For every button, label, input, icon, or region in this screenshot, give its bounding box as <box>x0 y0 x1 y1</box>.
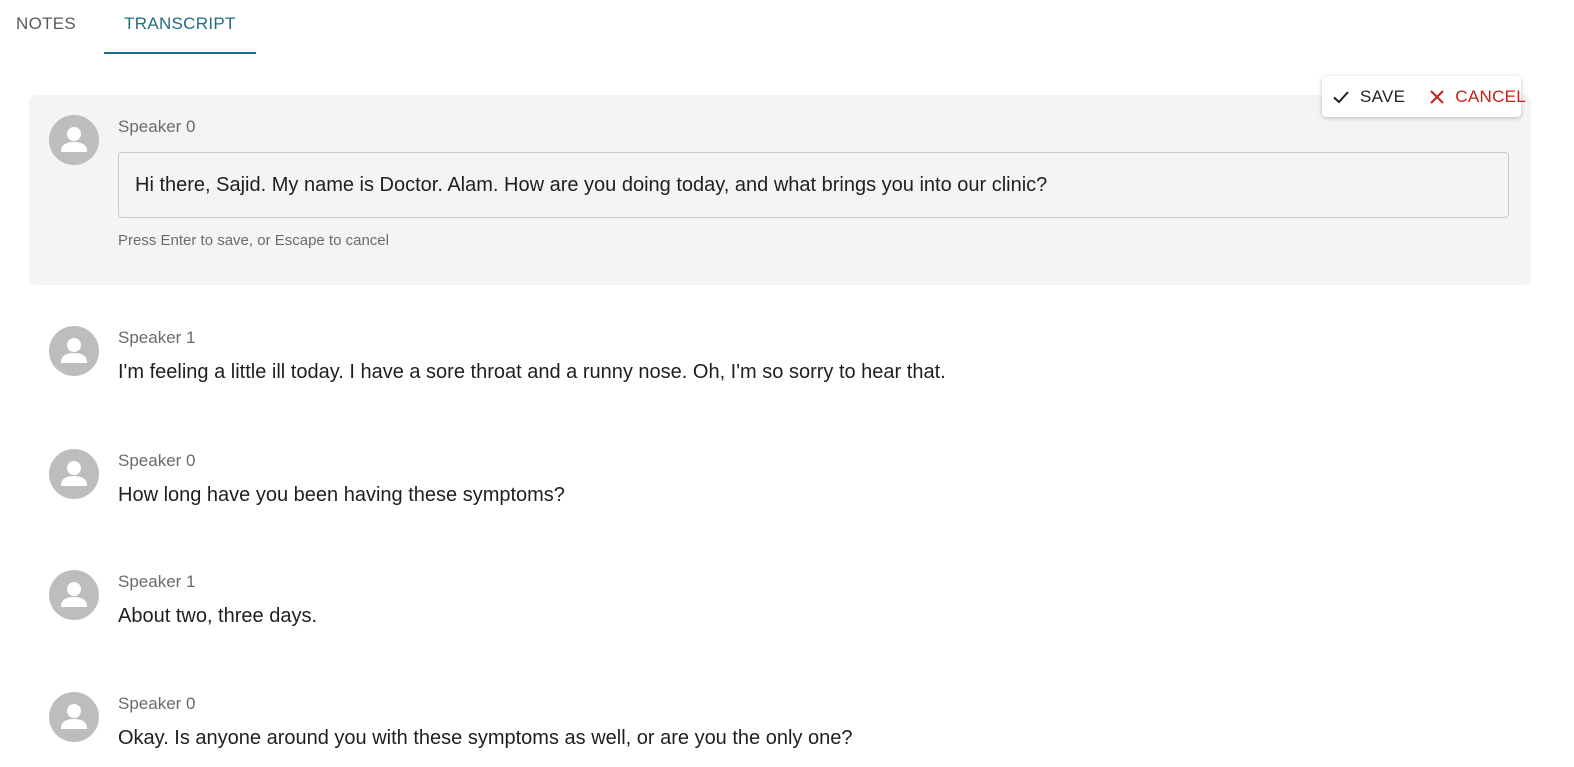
transcript-entry[interactable]: Speaker 1 I'm feeling a little ill today… <box>49 326 1534 396</box>
speaker-label: Speaker 1 <box>118 328 196 347</box>
close-icon <box>1430 89 1445 104</box>
utterance-text: Okay. Is anyone around you with these sy… <box>118 727 853 749</box>
speaker-label: Speaker 1 <box>118 572 196 591</box>
edit-actions-toolbar: SAVE CANCEL <box>1322 76 1526 117</box>
person-icon <box>61 582 87 607</box>
avatar <box>49 692 99 742</box>
transcript-edit-panel: Speaker 0 Press Enter to save, or Escape… <box>29 95 1531 285</box>
save-label: SAVE <box>1360 86 1406 106</box>
transcript-entry[interactable]: Speaker 1 About two, three days. <box>49 570 1534 640</box>
speaker-label: Speaker 0 <box>118 694 196 713</box>
tab-transcript[interactable]: TRANSCRIPT <box>104 0 256 54</box>
transcript-entry[interactable]: Speaker 0 How long have you been having … <box>49 449 1534 519</box>
person-icon <box>61 461 87 486</box>
cancel-button[interactable]: CANCEL <box>1425 76 1530 117</box>
utterance-text: How long have you been having these symp… <box>118 484 565 506</box>
person-icon <box>61 127 87 152</box>
avatar <box>49 115 99 165</box>
avatar <box>49 326 99 376</box>
utterance-edit-input[interactable] <box>118 152 1509 218</box>
person-icon <box>61 704 87 729</box>
avatar <box>49 449 99 499</box>
tab-notes[interactable]: NOTES <box>0 0 92 54</box>
utterance-text: About two, three days. <box>118 605 318 627</box>
tab-bar: NOTES TRANSCRIPT <box>0 0 256 54</box>
person-icon <box>61 338 87 363</box>
cancel-label: CANCEL <box>1455 86 1527 106</box>
avatar <box>49 570 99 620</box>
save-button[interactable]: SAVE <box>1328 76 1409 117</box>
speaker-label: Speaker 0 <box>118 451 196 470</box>
check-icon <box>1333 90 1349 103</box>
transcript-entry[interactable]: Speaker 0 Okay. Is anyone around you wit… <box>49 692 1534 762</box>
speaker-label: Speaker 0 <box>118 117 196 136</box>
utterance-text: I'm feeling a little ill today. I have a… <box>118 361 946 383</box>
edit-hint: Press Enter to save, or Escape to cancel <box>118 232 389 249</box>
